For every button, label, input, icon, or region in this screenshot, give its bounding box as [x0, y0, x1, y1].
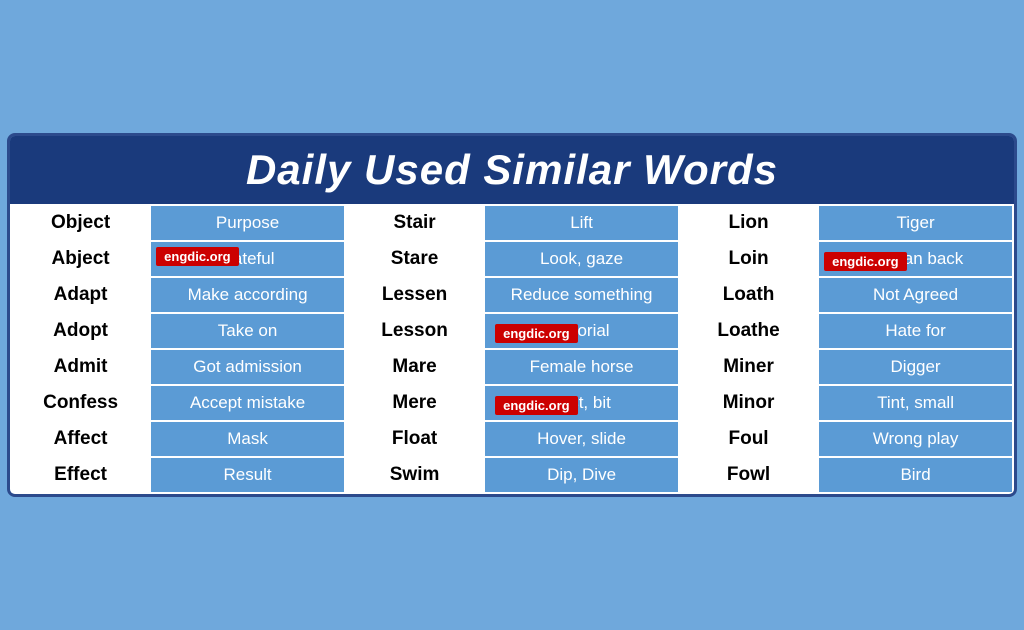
word-cell: Stair — [345, 205, 484, 241]
watermark-badge: engdic.org — [156, 247, 238, 266]
word-cell: Miner — [679, 349, 818, 385]
word-cell: Mere — [345, 385, 484, 421]
word-cell: Loin — [679, 241, 818, 277]
word-table: ObjectPurposeStairLiftLionTigerAbjectHat… — [10, 204, 1014, 494]
definition-cell: Human backengdic.org — [818, 241, 1013, 277]
word-cell: Object — [11, 205, 150, 241]
table-row: AffectMaskFloatHover, slideFoulWrong pla… — [11, 421, 1013, 457]
definition-cell: Hatefulengdic.org — [150, 241, 345, 277]
word-cell: Mare — [345, 349, 484, 385]
word-cell: Fowl — [679, 457, 818, 493]
definition-cell: Result — [150, 457, 345, 493]
definition-cell: Purpose — [150, 205, 345, 241]
word-cell: Lesson — [345, 313, 484, 349]
definition-cell: Tiger — [818, 205, 1013, 241]
word-cell: Effect — [11, 457, 150, 493]
definition-cell: Just, bitengdic.org — [484, 385, 679, 421]
word-cell: Adapt — [11, 277, 150, 313]
main-container: Daily Used Similar Words ObjectPurposeSt… — [7, 133, 1017, 497]
word-cell: Swim — [345, 457, 484, 493]
table-row: AdmitGot admissionMareFemale horseMinerD… — [11, 349, 1013, 385]
word-cell: Lessen — [345, 277, 484, 313]
definition-cell: Digger — [818, 349, 1013, 385]
word-cell: Minor — [679, 385, 818, 421]
word-cell: Affect — [11, 421, 150, 457]
definition-cell: Got admission — [150, 349, 345, 385]
definition-cell: Bird — [818, 457, 1013, 493]
word-cell: Loathe — [679, 313, 818, 349]
word-cell: Foul — [679, 421, 818, 457]
table-row: AdaptMake accordingLessenReduce somethin… — [11, 277, 1013, 313]
watermark-badge: engdic.org — [824, 252, 906, 271]
definition-cell: Take on — [150, 313, 345, 349]
definition-cell: Not Agreed — [818, 277, 1013, 313]
definition-cell: Wrong play — [818, 421, 1013, 457]
word-cell: Lion — [679, 205, 818, 241]
word-cell: Loath — [679, 277, 818, 313]
definition-cell: Look, gaze — [484, 241, 679, 277]
table-row: EffectResultSwimDip, DiveFowlBird — [11, 457, 1013, 493]
definition-cell: Tutorialengdic.org — [484, 313, 679, 349]
table-row: AbjectHatefulengdic.orgStareLook, gazeLo… — [11, 241, 1013, 277]
table-row: ConfessAccept mistakeMereJust, bitengdic… — [11, 385, 1013, 421]
definition-cell: Make according — [150, 277, 345, 313]
definition-cell: Accept mistake — [150, 385, 345, 421]
word-cell: Abject — [11, 241, 150, 277]
definition-cell: Hover, slide — [484, 421, 679, 457]
definition-cell: Reduce something — [484, 277, 679, 313]
definition-cell: Hate for — [818, 313, 1013, 349]
word-cell: Float — [345, 421, 484, 457]
definition-cell: Dip, Dive — [484, 457, 679, 493]
definition-cell: Female horse — [484, 349, 679, 385]
definition-cell: Tint, small — [818, 385, 1013, 421]
word-cell: Stare — [345, 241, 484, 277]
definition-cell: Lift — [484, 205, 679, 241]
word-cell: Adopt — [11, 313, 150, 349]
definition-cell: Mask — [150, 421, 345, 457]
page-header: Daily Used Similar Words — [10, 136, 1014, 204]
table-row: AdoptTake onLessonTutorialengdic.orgLoat… — [11, 313, 1013, 349]
table-row: ObjectPurposeStairLiftLionTiger — [11, 205, 1013, 241]
word-cell: Confess — [11, 385, 150, 421]
watermark-badge: engdic.org — [495, 396, 577, 415]
watermark-badge: engdic.org — [495, 324, 577, 343]
page-title: Daily Used Similar Words — [10, 146, 1014, 194]
word-cell: Admit — [11, 349, 150, 385]
